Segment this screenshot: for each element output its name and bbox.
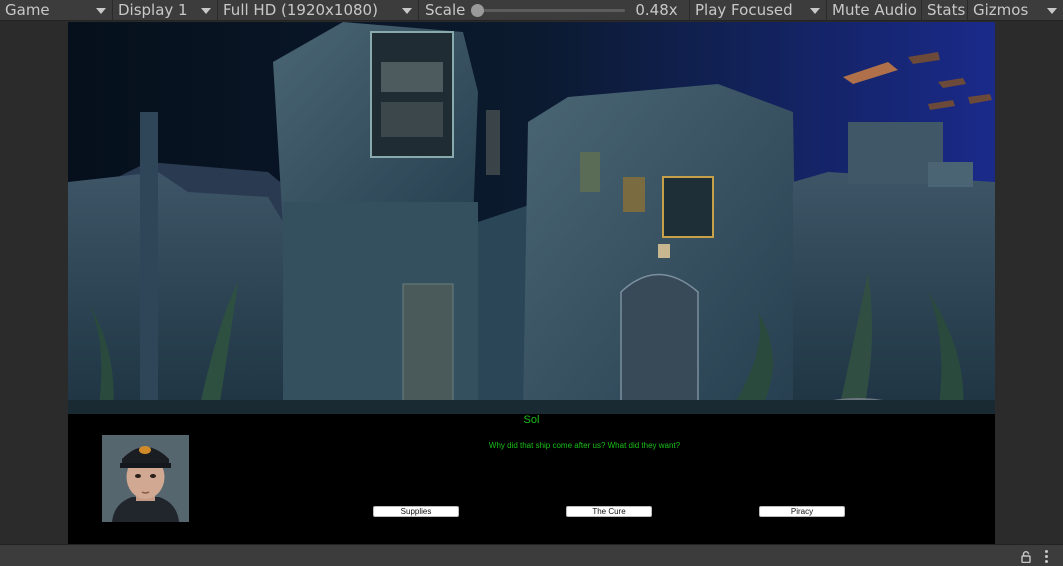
view-selector-dropdown[interactable]: Game: [0, 0, 113, 21]
caret-down-icon: [1047, 7, 1057, 14]
caret-down-icon: [402, 7, 412, 14]
mute-audio-label: Mute Audio: [832, 1, 917, 19]
play-mode-label: Play Focused: [695, 1, 793, 19]
game-view-toolbar: Game Display 1 Full HD (1920x1080) Scale…: [0, 0, 1063, 21]
game-view-area: Sol Why did that ship come after us? Wha…: [0, 22, 1063, 544]
display-label: Display 1: [118, 1, 188, 19]
scale-slider[interactable]: [471, 3, 626, 17]
dialog-panel: Sol Why did that ship come after us? Wha…: [68, 414, 995, 544]
game-viewport[interactable]: Sol Why did that ship come after us? Wha…: [68, 22, 995, 544]
lock-icon[interactable]: [1021, 551, 1031, 563]
speaker-name: Sol: [523, 414, 540, 426]
choice-button-the-cure[interactable]: The Cure: [566, 506, 652, 517]
dialog-line: Why did that ship come after us? What di…: [488, 441, 681, 450]
kebab-menu-icon[interactable]: [1043, 550, 1049, 563]
resolution-label: Full HD (1920x1080): [223, 1, 378, 19]
resolution-dropdown[interactable]: Full HD (1920x1080): [218, 0, 419, 21]
gizmos-label: Gizmos: [973, 1, 1029, 19]
night-town-scene-image: [68, 22, 995, 414]
view-selector-label: Game: [5, 1, 50, 19]
caret-down-icon: [96, 7, 106, 14]
play-mode-dropdown[interactable]: Play Focused: [690, 0, 827, 21]
caret-down-icon: [201, 7, 211, 14]
caret-down-icon: [810, 7, 820, 14]
gizmos-dropdown[interactable]: Gizmos: [968, 0, 1063, 21]
stats-toggle[interactable]: Stats: [922, 0, 968, 21]
display-dropdown[interactable]: Display 1: [113, 0, 218, 21]
choice-button-supplies[interactable]: Supplies: [373, 506, 459, 517]
stats-label: Stats: [927, 1, 966, 19]
scale-value: 0.48x: [635, 1, 678, 19]
scale-control: Scale 0.48x: [419, 0, 690, 21]
mute-audio-toggle[interactable]: Mute Audio: [827, 0, 922, 21]
status-bar: [0, 544, 1063, 566]
choice-button-piracy[interactable]: Piracy: [759, 506, 845, 517]
scale-label: Scale: [425, 1, 466, 19]
scale-slider-knob[interactable]: [471, 3, 485, 17]
